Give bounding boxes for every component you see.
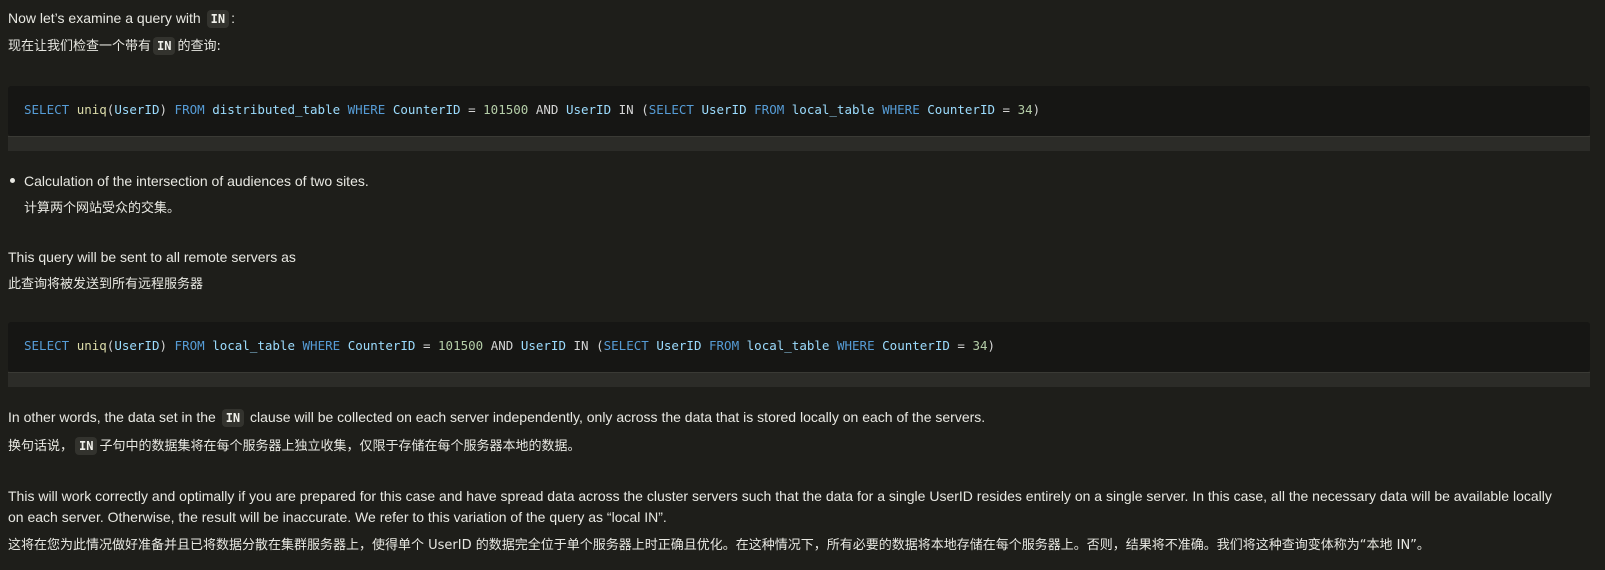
sql-code: SELECT uniq ( UserID) FROM local_table WHE… [24, 338, 995, 353]
sql-token: SELECT [648, 102, 694, 117]
sql-token: UserID [520, 338, 566, 353]
work-en: This will work correctly and optimally i… [8, 488, 1552, 525]
inline-code-in: IN [153, 37, 176, 55]
sql-token: uniq [76, 102, 107, 117]
intro-zh-text: 现在让我们检查一个带有 [8, 39, 152, 54]
list-bullet [10, 178, 15, 183]
sql-token: = [1002, 102, 1011, 117]
sql-token: FROM [754, 102, 785, 117]
code-block-distributed[interactable]: SELECT uniq ( UserID) FROM distributed_tab… [8, 86, 1590, 136]
other-en-suffix: clause will be collected on each server … [246, 409, 986, 425]
sql-token: local_table [212, 338, 295, 353]
sql-token: CounterID [882, 338, 950, 353]
inline-code-in: IN [206, 10, 230, 28]
other-en: In other words, the data set in the IN c… [8, 407, 985, 427]
sql-token: AND [490, 338, 514, 353]
sql-token: SELECT [603, 338, 649, 353]
intro-en: Now let’s examine a query with IN: [8, 8, 235, 28]
other-zh-text: 换句话说， [8, 439, 74, 454]
sql-token: = [468, 102, 476, 117]
bullet-en: Calculation of the intersection of audie… [24, 173, 369, 189]
sql-token: UserID [656, 338, 702, 353]
sql-token: ) [1032, 102, 1041, 117]
sql-token: 101500 [483, 102, 529, 117]
sql-token: IN [618, 102, 634, 117]
sql-token: AND [535, 102, 559, 117]
sql-token: ( [641, 102, 649, 117]
sql-token: WHERE [347, 102, 386, 117]
sql-token: local_table [791, 102, 875, 117]
sql-code: SELECT uniq ( UserID) FROM distributed_tab… [24, 102, 1040, 117]
sent-zh: 此查询将被发送到所有远程服务器 [8, 277, 204, 292]
other-zh: 换句话说， IN 子句中的数据集将在每个服务器上独立收集，仅限于存储在每个服务器本地… [8, 437, 580, 457]
sql-token: 34 [1017, 102, 1033, 117]
sql-token: UserID [565, 102, 612, 117]
sql-token: distributed_table [212, 102, 341, 117]
sql-token: uniq [76, 338, 107, 353]
sql-token: SELECT [24, 102, 70, 117]
sql-token: FROM [174, 102, 205, 117]
work-zh: 这将在您为此情况做好准备并且已将数据分散在集群服务器上，使得单个 UserID … [8, 538, 1430, 553]
inline-code-in: IN [221, 409, 245, 427]
sql-token: CounterID [927, 102, 996, 117]
intro-en-suffix: : [231, 10, 235, 26]
sql-token: WHERE [302, 338, 341, 353]
sql-token: local_table [746, 338, 830, 353]
sql-token: WHERE [836, 338, 875, 353]
sql-token: UserID [701, 102, 747, 117]
sql-token: FROM [174, 338, 205, 353]
sql-token: ) [987, 338, 996, 353]
intro-en-text: Now let’s examine a query with [8, 10, 205, 26]
code-block-local[interactable]: SELECT uniq ( UserID) FROM local_table WHE… [8, 322, 1590, 372]
sql-token: ) [159, 102, 168, 117]
sql-token: CounterID [347, 338, 416, 353]
sql-token: = [422, 338, 431, 353]
sql-token: WHERE [882, 102, 920, 117]
sql-token: UserID [114, 102, 160, 117]
sql-token: IN [573, 338, 589, 353]
sql-token: UserID [114, 338, 160, 353]
code-block-scrollbar[interactable] [8, 372, 1590, 387]
inline-code-in: IN [75, 437, 98, 455]
sql-token: SELECT [24, 338, 70, 353]
sql-token: 101500 [438, 338, 484, 353]
sql-token: FROM [709, 338, 740, 353]
code-block-scrollbar[interactable] [8, 136, 1590, 151]
sql-token: ) [159, 338, 168, 353]
sql-token: 34 [972, 338, 988, 353]
intro-zh-suffix: 的查询: [177, 39, 221, 54]
sql-token: = [957, 338, 965, 353]
other-en-text: In other words, the data set in the [8, 409, 220, 425]
sql-token: ( [596, 338, 604, 353]
sent-en: This query will be sent to all remote se… [8, 249, 296, 265]
intro-zh: 现在让我们检查一个带有 IN 的查询: [8, 37, 221, 57]
other-zh-suffix: 子句中的数据集将在每个服务器上独立收集，仅限于存储在每个服务器本地的数据。 [99, 439, 581, 454]
bullet-zh: 计算两个网站受众的交集。 [24, 201, 181, 216]
sql-token: CounterID [392, 102, 461, 117]
